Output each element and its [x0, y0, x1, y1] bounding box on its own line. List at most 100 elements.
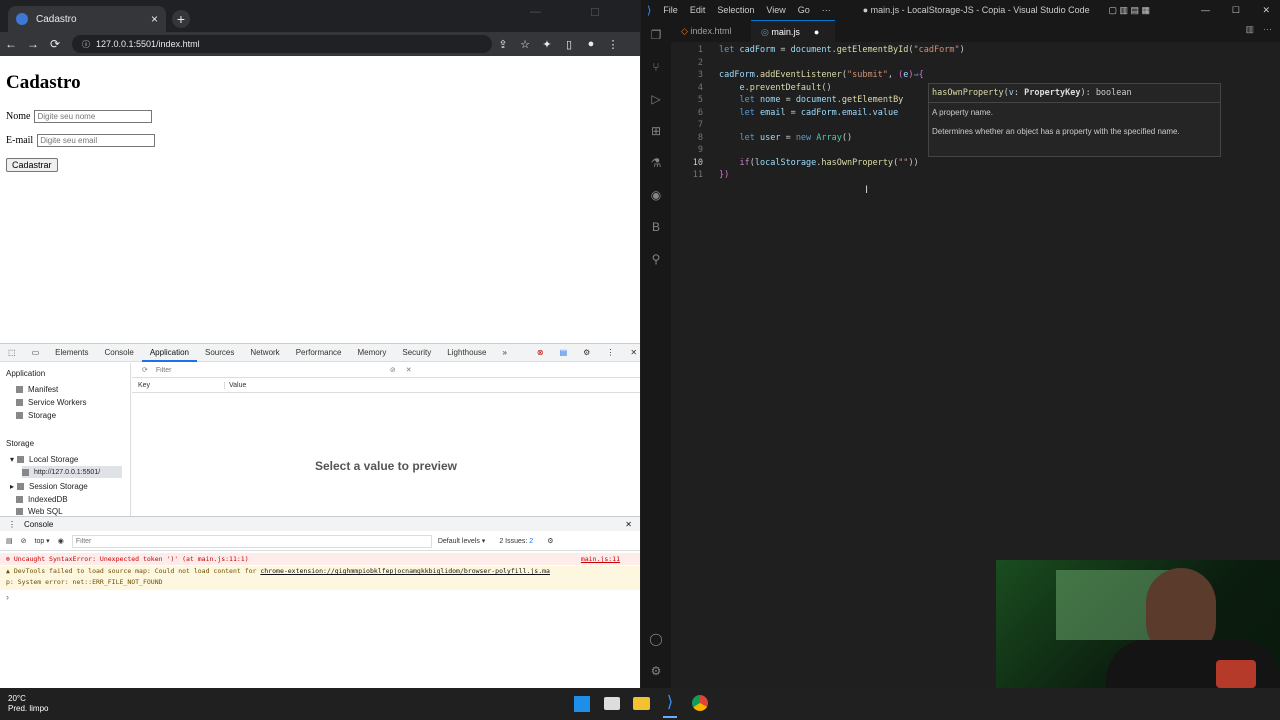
- tab-memory[interactable]: Memory: [349, 344, 394, 362]
- more-tabs-icon[interactable]: »: [494, 344, 514, 362]
- text-cursor-icon: I: [865, 184, 869, 196]
- window-title: ● main.js - LocalStorage-JS - Copia - Vi…: [862, 5, 1090, 15]
- sidebar-item-local-origin[interactable]: http://127.0.0.1:5501/: [22, 466, 122, 478]
- minimize-icon[interactable]: —: [1201, 5, 1210, 15]
- split-editor-icon[interactable]: ▥: [1245, 24, 1254, 35]
- clear-console-icon[interactable]: ⊘: [21, 537, 27, 545]
- error-icon: ⊗: [6, 555, 14, 563]
- share-icon[interactable]: ⇪: [492, 38, 514, 51]
- warning-text-2: p: System error: net::ERR_FILE_NOT_FOUND: [6, 578, 163, 586]
- maximize-icon[interactable]: ☐: [590, 6, 600, 19]
- profile-avatar-icon[interactable]: ●: [580, 38, 602, 50]
- error-count-badge[interactable]: ⊗ 1: [529, 344, 552, 375]
- extensions-icon[interactable]: ⊞: [648, 124, 664, 140]
- account-icon[interactable]: ◯: [648, 632, 664, 648]
- warning-source-link[interactable]: chrome-extension://gighmmpiobklfepjocnam…: [260, 567, 550, 575]
- layout-icons[interactable]: ▢ ▥ ▤ ▦: [1108, 5, 1150, 16]
- devtools-panel: ⬚ ▭ Elements Console Application Sources…: [0, 343, 640, 688]
- live-expression-icon[interactable]: ◉: [58, 537, 64, 545]
- sidebar-toggle-icon[interactable]: ▤: [6, 537, 13, 545]
- code-line-8: let user = new Array(): [739, 133, 853, 143]
- tab-application[interactable]: Application: [141, 344, 197, 362]
- name-input[interactable]: [34, 110, 153, 123]
- devtools-menu-icon[interactable]: ⋮: [598, 344, 622, 362]
- explorer-icon[interactable]: ❐: [648, 28, 664, 44]
- menu-edit[interactable]: Edit: [684, 5, 712, 15]
- forward-icon[interactable]: →: [22, 37, 44, 51]
- console-settings-icon[interactable]: ⚙: [547, 537, 553, 545]
- context-select[interactable]: top ▾: [35, 537, 50, 545]
- tab-close-icon[interactable]: ×: [151, 12, 158, 26]
- issue-count-badge[interactable]: ▤ 2: [552, 344, 576, 375]
- tab-security[interactable]: Security: [394, 344, 439, 362]
- browser-menu-icon[interactable]: ⋮: [602, 38, 624, 51]
- tab-performance[interactable]: Performance: [288, 344, 350, 362]
- task-view-icon[interactable]: [604, 697, 620, 710]
- menu-more[interactable]: ···: [816, 5, 837, 15]
- remote-icon[interactable]: ⚲: [648, 252, 664, 268]
- maximize-icon[interactable]: ☐: [1232, 5, 1240, 16]
- sidebar-item-manifest[interactable]: Manifest: [16, 385, 58, 394]
- tab-elements[interactable]: Elements: [47, 344, 96, 362]
- run-debug-icon[interactable]: ▷: [648, 92, 664, 108]
- email-input[interactable]: [37, 134, 156, 147]
- sidebar-item-label: Service Workers: [28, 398, 87, 407]
- sidebar-item-service-workers[interactable]: Service Workers: [16, 398, 87, 407]
- menu-file[interactable]: File: [657, 5, 684, 15]
- address-bar[interactable]: ⓘ 127.0.0.1:5501/index.html: [72, 35, 492, 53]
- error-source-link[interactable]: main.js:11: [581, 553, 620, 565]
- sidepanel-icon[interactable]: ▯: [558, 38, 580, 51]
- minimize-icon[interactable]: —: [530, 6, 541, 18]
- source-control-icon[interactable]: ⑂: [648, 60, 664, 76]
- drawer-menu-icon[interactable]: ⋮: [8, 520, 16, 529]
- tab-index-html[interactable]: ◇ index.html: [671, 20, 741, 42]
- file-explorer-icon[interactable]: [633, 697, 650, 710]
- console-prompt-icon[interactable]: ›: [6, 592, 9, 602]
- tab-lighthouse[interactable]: Lighthouse: [439, 344, 494, 362]
- code-line-1: let cadForm = document.getElementById("c…: [719, 45, 965, 55]
- testing-icon[interactable]: ⚗: [648, 156, 664, 172]
- sidebar-item-local-storage[interactable]: ▾ Local Storage: [10, 455, 78, 464]
- back-icon[interactable]: ←: [0, 37, 22, 51]
- vscode-taskbar-icon[interactable]: ⟩: [662, 694, 678, 712]
- device-toolbar-icon[interactable]: ▭: [24, 344, 48, 362]
- settings-gear-icon[interactable]: ⚙: [575, 344, 598, 362]
- tab-console[interactable]: Console: [96, 344, 141, 362]
- menu-view[interactable]: View: [760, 5, 791, 15]
- reload-icon[interactable]: ⟳: [44, 37, 66, 51]
- inspect-icon[interactable]: ⬚: [0, 344, 24, 362]
- editor-more-icon[interactable]: ···: [1263, 24, 1272, 34]
- log-levels-select[interactable]: Default levels ▾: [438, 537, 486, 545]
- sidebar-item-storage[interactable]: Storage: [16, 411, 56, 420]
- browser-tab[interactable]: Cadastro ×: [8, 6, 166, 32]
- unsaved-dot-icon[interactable]: ●: [814, 27, 819, 37]
- sidebar-item-session-storage[interactable]: ▸ Session Storage: [10, 482, 88, 491]
- chrome-taskbar-icon[interactable]: [692, 695, 708, 711]
- clear-all-icon[interactable]: ⊘: [390, 366, 396, 374]
- new-tab-button[interactable]: +: [172, 10, 190, 28]
- tab-main-js[interactable]: ◎ main.js ●: [751, 20, 835, 42]
- sidebar-item-label: http://127.0.0.1:5501/: [34, 468, 101, 476]
- sidebar-item-websql[interactable]: Web SQL: [16, 507, 63, 516]
- manage-gear-icon[interactable]: ⚙: [648, 664, 664, 680]
- bootstrap-icon[interactable]: B: [648, 220, 664, 236]
- refresh-icon[interactable]: ⟳: [142, 366, 148, 374]
- console-filter-input[interactable]: [71, 534, 432, 548]
- tab-network[interactable]: Network: [242, 344, 287, 362]
- extensions-icon[interactable]: ✦: [536, 38, 558, 51]
- close-icon[interactable]: ✕: [1262, 5, 1270, 16]
- issues-button[interactable]: 2 Issues: 2: [499, 538, 533, 545]
- menu-selection[interactable]: Selection: [711, 5, 760, 15]
- bookmark-star-icon[interactable]: ☆: [514, 38, 536, 51]
- sidebar-item-indexeddb[interactable]: IndexedDB: [16, 495, 68, 504]
- github-icon[interactable]: ◉: [648, 188, 664, 204]
- tab-sources[interactable]: Sources: [197, 344, 242, 362]
- storage-filter-input[interactable]: [155, 364, 376, 376]
- menu-go[interactable]: Go: [792, 5, 816, 15]
- submit-button[interactable]: Cadastrar: [6, 158, 58, 172]
- windows-start-icon[interactable]: [574, 696, 590, 712]
- delete-selected-icon[interactable]: ✕: [406, 366, 412, 374]
- console-drawer-title[interactable]: Console: [24, 520, 53, 529]
- drawer-close-icon[interactable]: ✕: [625, 520, 632, 529]
- weather-widget[interactable]: 20°C Pred. limpo: [8, 694, 48, 714]
